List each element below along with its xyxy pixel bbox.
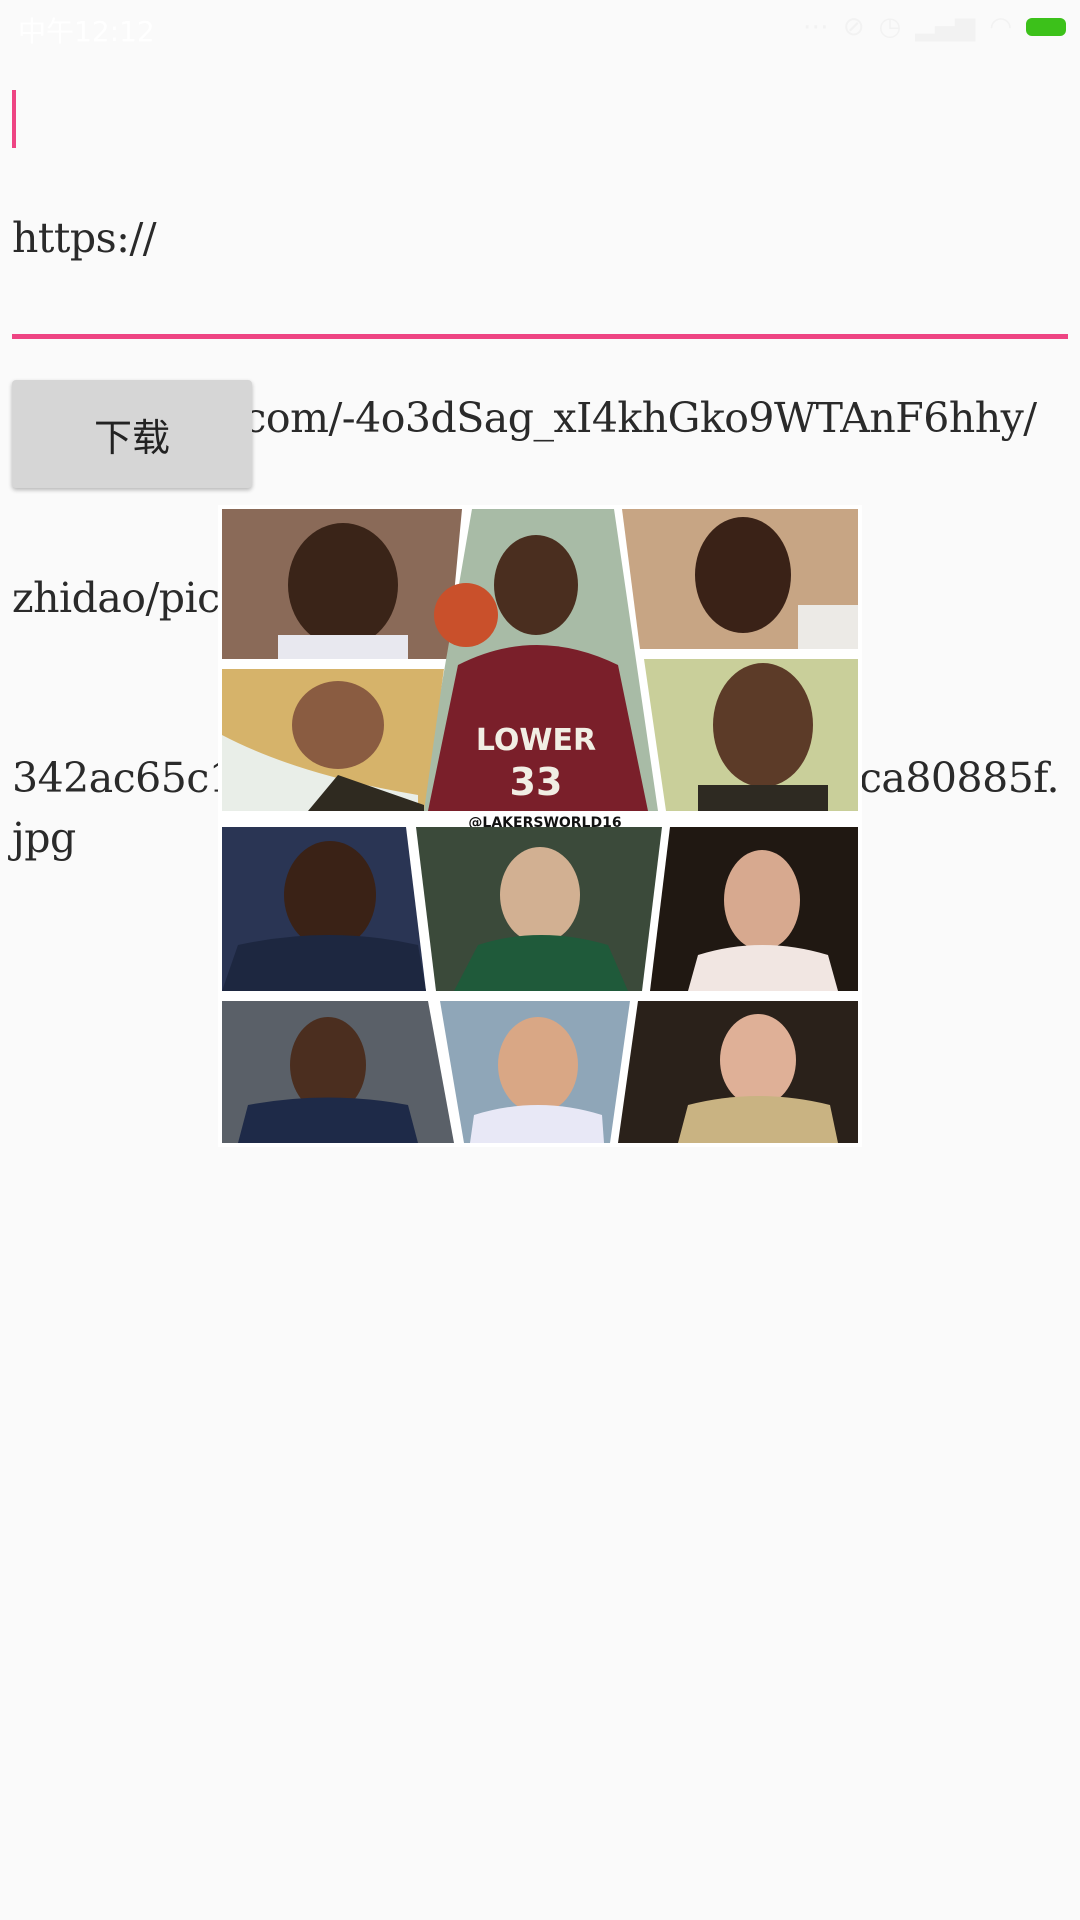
photo-tile <box>222 1001 454 1143</box>
status-bar: 中午12:12 ⋯ ⊘ ◷ ▂▄▆ ◠ <box>0 0 1080 58</box>
status-time: 中午12:12 <box>18 15 155 48</box>
jersey-number: 33 <box>510 760 563 804</box>
photo-tile <box>650 827 858 991</box>
text-cursor <box>12 90 16 148</box>
input-underline <box>12 334 1068 339</box>
status-icons: ⋯ ⊘ ◷ ▂▄▆ ◠ <box>803 12 1066 42</box>
alarm-off-icon: ⊘ <box>842 12 865 42</box>
wifi-icon: ◠ <box>989 12 1012 42</box>
url-line: https:// <box>12 214 157 262</box>
battery-icon <box>1026 18 1066 36</box>
download-button[interactable]: 下载 <box>12 380 252 488</box>
photo-tile <box>644 659 858 811</box>
photo-tile <box>222 827 426 991</box>
clock-icon: ◷ <box>878 12 902 42</box>
photo-tile <box>416 827 662 991</box>
signal-icon: ▂▄▆ <box>915 12 976 42</box>
more-icon: ⋯ <box>802 12 829 42</box>
photo-tile <box>622 509 858 649</box>
collage-svg: LOWER 33 @LAKERSWORLD16 <box>222 509 858 1143</box>
photo-tile <box>618 1001 858 1143</box>
downloaded-image: LOWER 33 @LAKERSWORLD16 <box>218 505 862 1147</box>
photo-tile <box>222 509 462 659</box>
photo-tile <box>222 669 444 811</box>
photo-tile <box>440 1001 630 1143</box>
jersey-text: LOWER <box>476 723 596 758</box>
